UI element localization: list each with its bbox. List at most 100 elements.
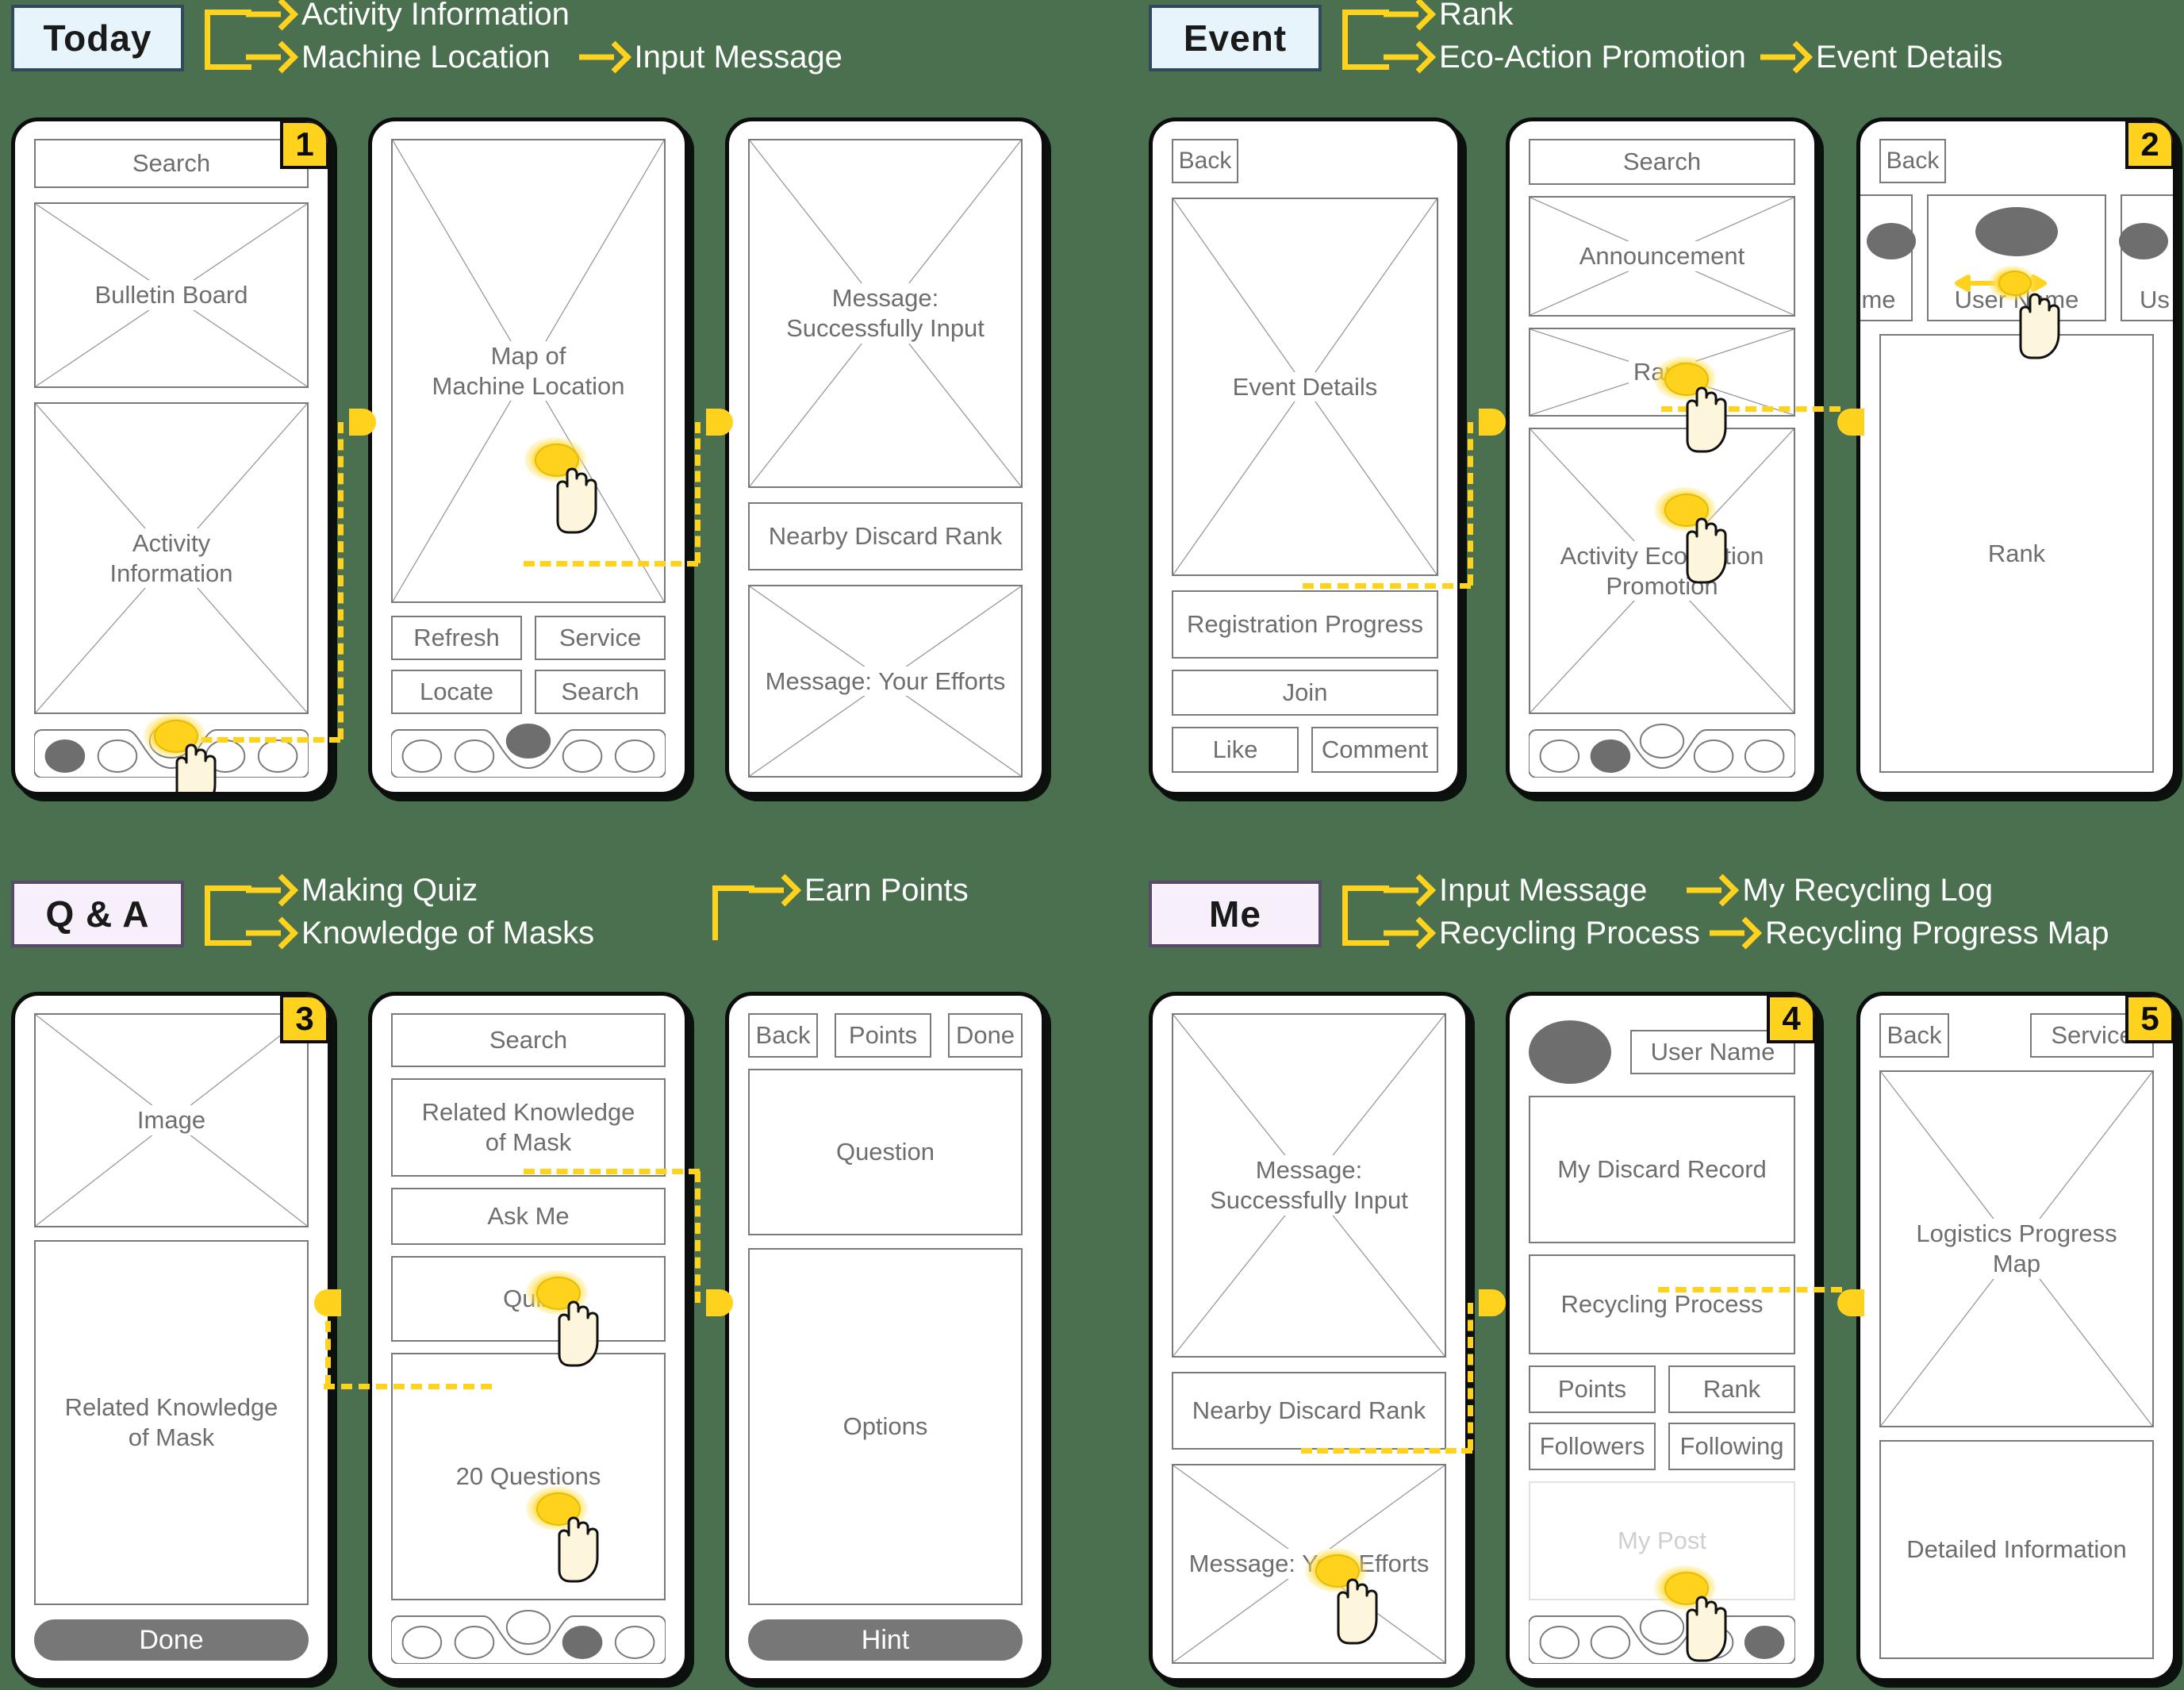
arrow-icon <box>749 878 798 902</box>
my-post-card[interactable]: My Post <box>1529 1481 1795 1600</box>
flow-bracket <box>1342 885 1389 946</box>
detailed-information-card[interactable]: Detailed Information <box>1879 1440 2154 1659</box>
arrow-icon <box>1710 921 1759 945</box>
announcement-card[interactable]: Announcement <box>1529 196 1795 317</box>
machine-location-map[interactable]: Map of Machine Location <box>391 139 666 603</box>
search-button[interactable]: Search <box>535 670 666 714</box>
user-card-next-label: Us <box>2135 285 2173 315</box>
bulletin-board-card[interactable]: Bulletin Board <box>34 202 309 388</box>
quiz-button[interactable]: Quiz <box>391 1256 666 1342</box>
flow-label: Input Message <box>1439 873 1648 908</box>
image-card: Image <box>34 1013 309 1227</box>
flow-dash-horizontal <box>524 561 698 567</box>
registration-progress-button[interactable]: Registration Progress <box>1172 590 1438 659</box>
my-discard-record-card[interactable]: My Discard Record <box>1529 1096 1795 1243</box>
phone-logistics: 5 Back Service Logistics Progress Map De… <box>1856 992 2177 1682</box>
success-message-card: Message: Successfully Input <box>1172 1013 1446 1358</box>
flow-label: Knowledge of Masks <box>301 916 595 951</box>
section-badge-event: Event <box>1149 5 1322 71</box>
like-button[interactable]: Like <box>1172 727 1299 773</box>
arrow-icon <box>246 45 295 69</box>
search-input[interactable]: Search <box>391 1013 666 1067</box>
bottom-nav-bar[interactable] <box>1529 1605 1795 1664</box>
profile-stats-row-2: Followers Following <box>1529 1423 1795 1470</box>
bottom-nav-bar[interactable] <box>391 719 666 778</box>
success-message-label: Message: Successfully Input <box>781 283 989 344</box>
ask-me-button[interactable]: Ask Me <box>391 1188 666 1245</box>
flow-dash-horizontal <box>1661 406 1840 412</box>
rank-button[interactable]: Rank <box>1668 1365 1795 1413</box>
screen-number-badge: 5 <box>2125 996 2173 1043</box>
questions-card[interactable]: 20 Questions <box>391 1353 666 1600</box>
flow-dash-vertical <box>338 422 344 739</box>
bottom-nav-bar[interactable] <box>1529 719 1795 778</box>
profile-stats-row-1: Points Rank <box>1529 1365 1795 1413</box>
section-header-today: Today Activity Information Machine Locat… <box>11 0 843 73</box>
user-card-current[interactable]: User Name <box>1927 194 2106 321</box>
done-button[interactable]: Done <box>948 1013 1023 1058</box>
logistics-map-card[interactable]: Logistics Progress Map <box>1879 1070 2154 1427</box>
map-label: Map of Machine Location <box>427 340 630 401</box>
bottom-nav-bar[interactable] <box>34 719 309 778</box>
arrow-icon <box>1384 45 1433 69</box>
back-button[interactable]: Back <box>748 1013 818 1058</box>
following-button[interactable]: Following <box>1668 1423 1795 1470</box>
event-details-card: Event Details <box>1172 198 1438 576</box>
followers-button[interactable]: Followers <box>1529 1423 1656 1470</box>
arrow-icon <box>246 878 295 902</box>
arrow-icon <box>1760 45 1810 69</box>
phone-rank: 2 Back me User Name Us Rank <box>1856 117 2177 796</box>
user-card-next[interactable]: Us <box>2119 194 2173 321</box>
user-card-previous-label: me <box>1860 285 1901 315</box>
flow-dash-vertical <box>695 1171 700 1303</box>
rank-list-card[interactable]: Rank <box>1879 334 2154 773</box>
points-button[interactable]: Points <box>835 1013 931 1058</box>
join-button[interactable]: Join <box>1172 670 1438 716</box>
recycling-process-card[interactable]: Recycling Process <box>1529 1254 1795 1354</box>
back-button[interactable]: Back <box>1172 139 1238 183</box>
nearby-discard-rank-button[interactable]: Nearby Discard Rank <box>1172 1372 1446 1450</box>
related-knowledge-card: Related Knowledge of Mask <box>34 1240 309 1605</box>
flow-dash-vertical <box>1468 1303 1473 1450</box>
phone-me-message: Message: Successfully Input Nearby Disca… <box>1149 992 1469 1682</box>
flow-dash-horizontal <box>1658 1287 1842 1292</box>
flow-label: Rank <box>1439 0 1514 32</box>
nearby-discard-rank-button[interactable]: Nearby Discard Rank <box>748 502 1023 570</box>
options-card[interactable]: Options <box>748 1248 1023 1605</box>
search-label: Search <box>127 148 216 179</box>
back-button[interactable]: Back <box>1879 1013 1949 1058</box>
rank-card[interactable]: Rank <box>1529 328 1795 417</box>
hint-button[interactable]: Hint <box>748 1619 1023 1661</box>
flow-bracket <box>205 10 251 70</box>
search-input[interactable]: Search <box>34 139 309 188</box>
flow-dash-horizontal <box>1303 583 1471 589</box>
your-efforts-card[interactable]: Message: Your Efforts <box>748 585 1023 778</box>
done-button[interactable]: Done <box>34 1619 309 1661</box>
avatar <box>1975 207 2058 256</box>
avatar <box>1529 1020 1611 1084</box>
eco-action-promotion-card[interactable]: Activity Eco-Action Promotion <box>1529 428 1795 714</box>
map-actions-row-2: Locate Search <box>391 670 666 714</box>
activity-information-card[interactable]: Activity Information <box>34 402 309 714</box>
comment-button[interactable]: Comment <box>1311 727 1438 773</box>
bottom-nav-bar[interactable] <box>391 1605 666 1664</box>
points-button[interactable]: Points <box>1529 1365 1656 1413</box>
arrow-icon <box>1687 878 1736 902</box>
screen-number-badge: 2 <box>2125 121 2173 169</box>
your-efforts-card[interactable]: Message: Your Efforts <box>1172 1464 1446 1664</box>
arrow-icon <box>246 921 295 945</box>
locate-button[interactable]: Locate <box>391 670 522 714</box>
phone-today-home: 1 Search Bulletin Board Activity Informa… <box>11 117 332 796</box>
map-actions-row-1: Refresh Service <box>391 616 666 660</box>
service-button[interactable]: Service <box>535 616 666 660</box>
bulletin-board-label: Bulletin Board <box>90 280 253 310</box>
screen-number-badge: 4 <box>1767 996 1814 1043</box>
user-card-previous[interactable]: me <box>1860 194 1916 321</box>
search-input[interactable]: Search <box>1529 139 1795 185</box>
flow-bracket <box>205 885 251 946</box>
related-knowledge-button[interactable]: Related Knowledge of Mask <box>391 1078 666 1177</box>
refresh-button[interactable]: Refresh <box>391 616 522 660</box>
back-button[interactable]: Back <box>1879 139 1946 183</box>
section-badge-me: Me <box>1149 881 1322 947</box>
phone-mask-knowledge: 3 Image Related Knowledge of Mask Done <box>11 992 332 1682</box>
